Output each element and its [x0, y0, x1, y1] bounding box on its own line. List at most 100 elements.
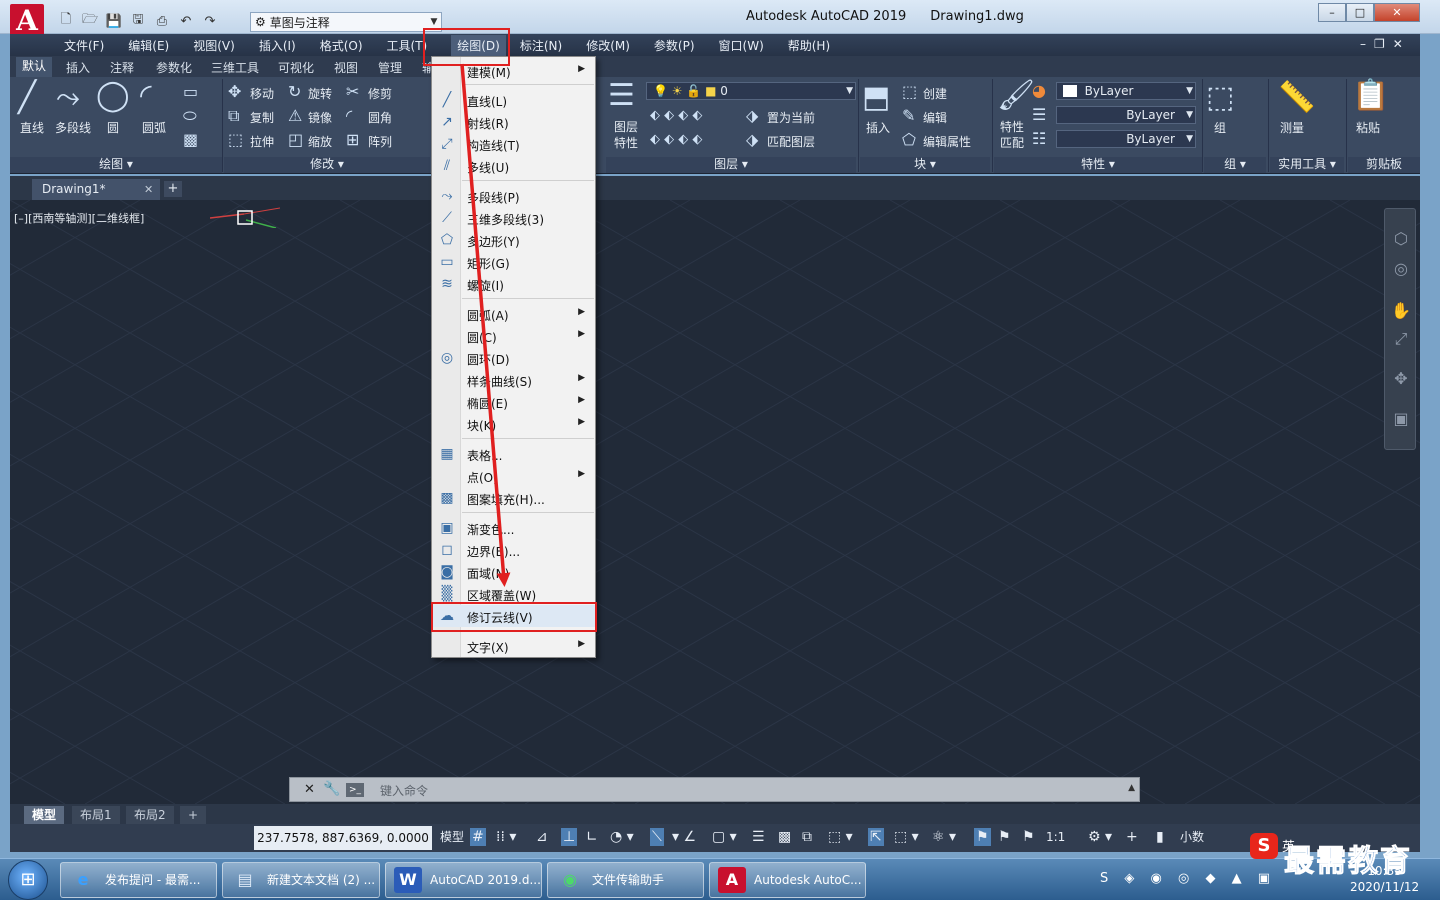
panel-title-group[interactable]: 组 ▾ — [1204, 157, 1266, 173]
tool-edit[interactable]: 编辑 — [923, 109, 947, 126]
tool-paste[interactable]: 粘贴 — [1356, 119, 1380, 136]
tool-mirror[interactable]: 镜像 — [308, 109, 332, 126]
doc-close-icon[interactable]: ✕ — [1393, 37, 1403, 51]
taskbar-word[interactable]: W AutoCAD 2019.d... — [385, 862, 542, 898]
dynamic-ucs-icon[interactable]: ⇱ — [868, 828, 884, 846]
gizmo-icon[interactable]: ⚛ ▾ — [932, 828, 956, 846]
add-layout-button[interactable]: + — [180, 806, 207, 824]
redo-icon[interactable]: ↷ — [200, 12, 220, 30]
menu-parametric[interactable]: 参数(P) — [654, 37, 695, 54]
workspace-gear-icon[interactable]: ⚙ ▾ — [1088, 828, 1112, 846]
steeringwheel-icon[interactable]: ◎ — [1391, 259, 1411, 278]
document-tab[interactable]: Drawing1* ✕ — [32, 179, 160, 200]
undo-icon[interactable]: ↶ — [176, 12, 196, 30]
isodraft-icon[interactable]: ⟍ — [650, 828, 664, 846]
tool-set-current[interactable]: 置为当前 — [767, 109, 815, 126]
layer-properties-icon[interactable]: ☰ — [608, 81, 635, 111]
tab-layout2[interactable]: 布局2 — [126, 806, 174, 824]
panel-title-clipboard[interactable]: 剪贴板 — [1348, 157, 1420, 173]
panel-title-properties[interactable]: 特性 ▾ — [994, 157, 1202, 173]
polar-tracking-icon[interactable]: ◔ ▾ — [610, 828, 634, 846]
match-properties-label[interactable]: 特性匹配 — [1000, 119, 1024, 151]
menu-help[interactable]: 帮助(H) — [788, 37, 830, 54]
tool-fillet[interactable]: 圆角 — [368, 109, 392, 126]
color-dropdown[interactable]: ByLayer ▼ — [1056, 82, 1196, 100]
units-value[interactable]: 小数 — [1180, 828, 1204, 846]
workspace-switcher[interactable]: ⚙ 草图与注释 ▼ — [250, 12, 442, 32]
layer-dropdown[interactable]: 💡 ☀ 🔓 ■ 0 ▼ — [646, 82, 856, 100]
tool-group[interactable]: 组 — [1214, 119, 1226, 136]
transparency-icon[interactable]: ▩ — [778, 828, 791, 846]
annotation-visibility-icon[interactable]: ⚑ — [974, 828, 991, 846]
menu-view[interactable]: 视图(V) — [193, 37, 235, 54]
close-icon[interactable]: ✕ — [304, 782, 315, 797]
taskbar-ie[interactable]: e 发布提问 - 最需... — [60, 862, 217, 898]
linetype-dropdown[interactable]: ByLayer ▼ — [1056, 106, 1196, 124]
lineweight-dropdown[interactable]: ByLayer ▼ — [1056, 130, 1196, 148]
tool-array[interactable]: 阵列 — [368, 133, 392, 150]
close-button[interactable]: ✕ — [1374, 3, 1420, 22]
new-tab-button[interactable]: + — [164, 181, 182, 197]
menu-insert[interactable]: 插入(I) — [259, 37, 296, 54]
panel-title-utilities[interactable]: 实用工具 ▾ — [1270, 157, 1344, 173]
measure-icon[interactable]: 📏 — [1278, 83, 1315, 113]
insert-block-icon[interactable]: ⬒ — [862, 83, 890, 113]
minimize-button[interactable]: – — [1318, 3, 1346, 22]
menu-edit[interactable]: 编辑(E) — [128, 37, 169, 54]
taskbar-notepad[interactable]: ▤ 新建文本文档 (2) ... — [222, 862, 380, 898]
polyline-icon[interactable]: ⤳ — [56, 83, 80, 113]
tool-match-layer[interactable]: 匹配图层 — [767, 133, 815, 150]
panel-title-block[interactable]: 块 ▾ — [860, 157, 990, 173]
tool-move[interactable]: 移动 — [250, 85, 274, 102]
tab-manage[interactable]: 管理 — [378, 59, 402, 76]
tab-insert[interactable]: 插入 — [66, 59, 90, 76]
tool-insert[interactable]: 插入 — [866, 119, 890, 136]
units-icon[interactable]: ▮ — [1156, 828, 1164, 846]
hatch-icon[interactable]: ▩ — [183, 132, 198, 148]
tab-model[interactable]: 模型 — [24, 806, 65, 824]
tab-layout1[interactable]: 布局1 — [72, 806, 120, 824]
tool-polyline[interactable]: 多段线 — [55, 119, 91, 136]
object-snap-icon[interactable]: ▢ ▾ — [712, 828, 737, 846]
close-icon[interactable]: ✕ — [144, 179, 153, 200]
menu-file[interactable]: 文件(F) — [64, 37, 104, 54]
selection-cycling-icon[interactable]: ⧉ — [802, 828, 812, 846]
annotation-monitor-icon[interactable]: + — [1126, 828, 1138, 846]
menu-tools[interactable]: 工具(T) — [387, 37, 428, 54]
model-space-toggle[interactable]: 模型 — [440, 828, 464, 846]
draw-menu-item[interactable]: 文字(X) ▶ — [432, 635, 595, 657]
line-icon[interactable]: ╱ — [18, 83, 36, 113]
pan-hand-icon[interactable]: ✋ — [1391, 301, 1411, 320]
tab-default[interactable]: 默认 — [16, 57, 53, 77]
maximize-button[interactable]: □ — [1346, 3, 1374, 22]
tab-visualize[interactable]: 可视化 — [278, 59, 314, 76]
coordinate-readout[interactable]: 237.7578, 887.6369, 0.0000 — [254, 826, 432, 850]
tab-3d-tools[interactable]: 三维工具 — [211, 59, 259, 76]
tool-measure[interactable]: 测量 — [1280, 119, 1304, 136]
system-tray-icons[interactable]: S ◈ ◉ ◎ ◆ ▲ ▣ — [1100, 871, 1276, 886]
panel-title-draw[interactable]: 绘图 ▾ — [10, 157, 222, 173]
doc-minimize-icon[interactable]: – — [1360, 37, 1366, 51]
tab-view[interactable]: 视图 — [334, 59, 358, 76]
panel-title-modify[interactable]: 修改 ▾ — [224, 157, 430, 173]
tool-copy[interactable]: 复制 — [250, 109, 274, 126]
taskbar-wechat[interactable]: ◉ 文件传输助手 — [547, 862, 704, 898]
print-icon[interactable]: ⎙ — [152, 12, 172, 30]
panel-title-layers[interactable]: 图层 ▾ — [606, 157, 856, 173]
drawing-area[interactable]: [–][西南等轴测][二维线框] ⬡ ◎ ✋ ⤢ ✥ ▣ — [10, 200, 1420, 804]
taskbar-autocad[interactable]: A Autodesk AutoC... — [709, 862, 866, 898]
tab-parametric[interactable]: 参数化 — [156, 59, 192, 76]
orbit-icon[interactable]: ✥ — [1391, 369, 1411, 388]
chevron-up-icon[interactable]: ▲ — [1128, 783, 1135, 793]
tool-circle[interactable]: 圆 — [107, 119, 119, 136]
ellipse-icon[interactable]: ⬭ — [183, 108, 197, 124]
menu-format[interactable]: 格式(O) — [320, 37, 363, 54]
tool-stretch[interactable]: 拉伸 — [250, 133, 274, 150]
wrench-icon[interactable]: 🔧 — [323, 781, 340, 797]
menu-modify[interactable]: 修改(M) — [586, 37, 630, 54]
dynamic-input-icon[interactable]: ⊥ — [561, 828, 578, 846]
arc-icon[interactable]: ◜ — [140, 81, 152, 111]
selection-filter-icon[interactable]: ⬚ ▾ — [894, 828, 919, 846]
annotation-scale-icon[interactable]: ⚑ — [1022, 828, 1035, 846]
layer-properties-label[interactable]: 图层特性 — [614, 119, 638, 151]
